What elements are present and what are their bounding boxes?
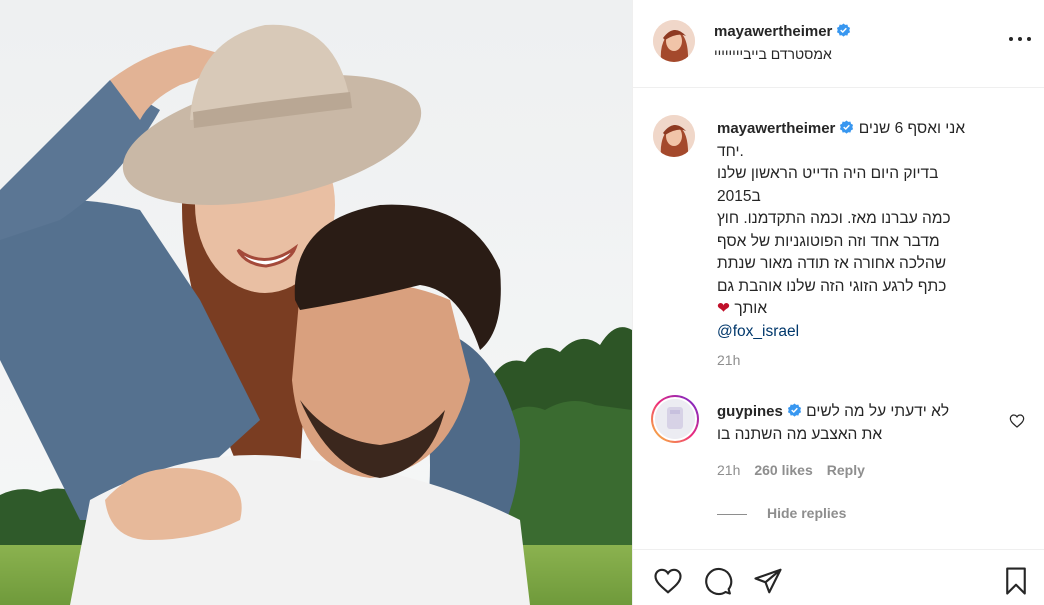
caption-username[interactable]: mayawertheimer [717,120,854,137]
hide-replies-label[interactable]: Hide replies [767,505,846,521]
hide-replies-divider [717,513,747,515]
more-options-icon[interactable] [1009,32,1031,46]
caption-line: ב2015 [717,187,761,205]
comment-icon[interactable] [703,566,733,596]
avatar-image [655,399,695,439]
verified-badge-icon [787,403,801,417]
mention-link[interactable]: @fox_israel [717,321,1007,344]
heart-emoji-icon: ❤ [717,300,730,317]
comment-timestamp[interactable]: 21h [717,462,740,478]
author-username-text[interactable]: mayawertheimer [714,23,832,40]
paper-plane-icon[interactable] [753,566,783,596]
verified-badge-icon [837,23,851,37]
caption-first-line: mayawertheimer אני ואסף 6 שנים [717,118,1007,141]
couple-photo-image [0,0,632,605]
caption-timestamp[interactable]: 21h [717,352,740,368]
more-dot [1018,37,1022,41]
caption-line: אותך [734,300,768,317]
commenter-avatar[interactable] [651,395,699,443]
post-sidebar: mayawertheimer אמסטרדם בייביייייייי maya… [632,0,1044,605]
post-location[interactable]: אמסטרדם בייביייייייי [714,46,832,62]
comment-likes[interactable]: 260 likes [754,462,812,478]
avatar-image [653,20,695,62]
author-avatar[interactable] [653,20,695,62]
caption-text: mayawertheimer אני ואסף 6 שנים יחד. בדיו… [717,118,1007,343]
post-action-bar [633,549,1044,605]
share-button-glyph [754,568,782,594]
more-dot [1027,37,1031,41]
comment-line: לא ידעתי על מה לשים [806,403,950,420]
author-username[interactable]: mayawertheimer [714,23,851,40]
like-button-glyph [654,568,682,594]
reply-button[interactable]: Reply [827,462,865,478]
comment-line: את האצבע מה השתנה בו [717,425,883,443]
caption-line: בדיוק היום היה הדייט הראשון שלנו [717,165,939,182]
more-dot [1009,37,1013,41]
commenter-avatar-image [655,399,695,439]
comment-button-glyph [705,567,733,595]
avatar-image [653,115,695,157]
caption-avatar[interactable] [653,115,695,157]
bookmark-icon[interactable] [1001,566,1031,596]
caption-last-line: ❤ אותך [717,298,1007,321]
caption-line: מדבר אחד וזה הפוטוגניות של אסף [717,232,940,250]
save-button-glyph [1006,567,1026,595]
comment-first-line: guypines לא ידעתי על מה לשים [717,401,1007,424]
comment-heart-icon[interactable] [1009,413,1025,429]
post-photo[interactable] [0,0,632,605]
comment-text: guypines לא ידעתי על מה לשים את האצבע מה… [717,401,1007,446]
heart-icon[interactable] [653,566,683,596]
hide-replies-button[interactable]: Hide replies [717,505,846,521]
commenter-username-text[interactable]: guypines [717,403,783,420]
verified-badge-icon [840,120,854,134]
caption-line: כתף לרגע הזוגי הזה שלנו אוהבת גם [717,277,947,295]
caption-line: יחד. [717,142,744,160]
caption-line: כמה עברנו מאז. וכמה התקדמנו. חוץ [717,210,951,227]
caption-username-text[interactable]: mayawertheimer [717,120,835,137]
post-header: mayawertheimer אמסטרדם בייביייייייי [633,0,1044,88]
caption-line: אני ואסף 6 שנים [858,120,966,137]
comment-meta: 21h 260 likes Reply [717,462,865,478]
commenter-username[interactable]: guypines [717,403,802,420]
caption-line: שהלכה אחורה אז תודה מאור שנתת [717,255,947,272]
